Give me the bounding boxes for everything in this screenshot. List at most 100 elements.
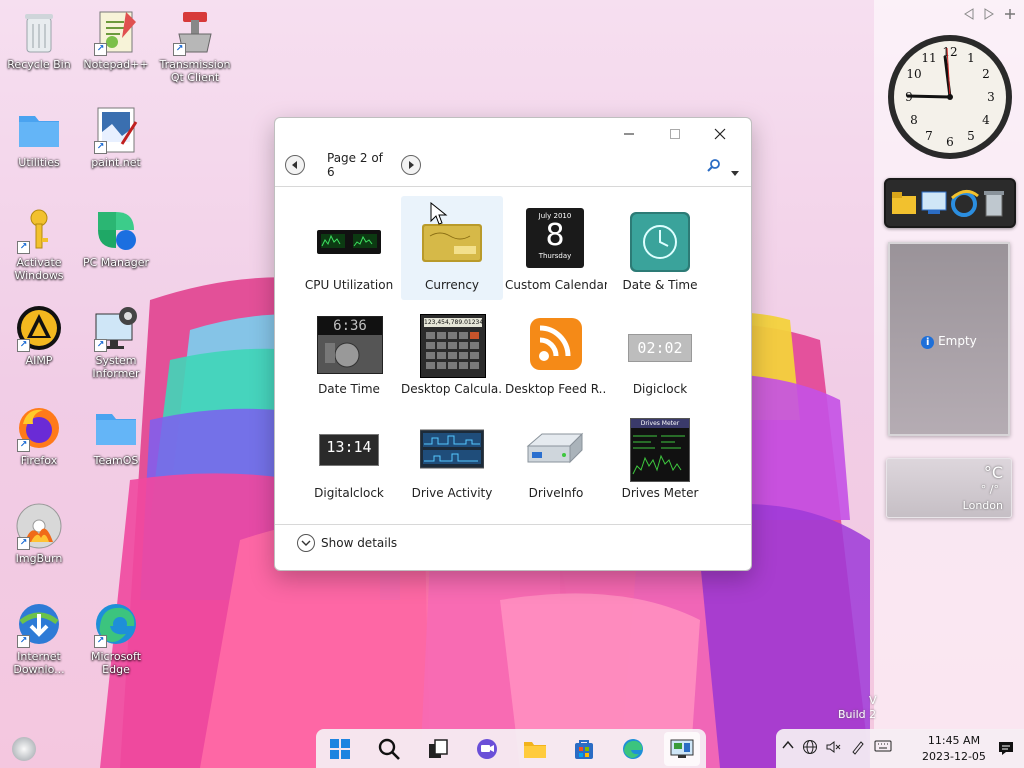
shortcut-arrow-icon: ↗ <box>17 635 30 648</box>
gadget-desktop-feed-reader[interactable]: Desktop Feed R... <box>505 300 607 404</box>
sidebar-next-button[interactable] <box>984 8 994 24</box>
next-page-button[interactable] <box>401 155 421 175</box>
touch-keyboard-button[interactable] <box>874 739 892 759</box>
desktop-icon-internet-download-manager[interactable]: ↗ Internet Downlo... <box>1 600 77 676</box>
desktop-icon-system-informer[interactable]: ↗ System Informer <box>78 304 154 380</box>
close-button[interactable] <box>700 122 740 148</box>
start-button[interactable] <box>322 732 358 766</box>
previous-page-button[interactable] <box>285 155 305 175</box>
gadget-cpu-utilization[interactable]: CPU Utilization <box>298 196 400 300</box>
sidebar-previous-button[interactable] <box>964 8 974 24</box>
desktop-icon-utilities[interactable]: Utilities <box>1 106 77 169</box>
gadget-date-time-2[interactable]: 6:36 Date Time <box>298 300 400 404</box>
show-details-toggle[interactable]: Show details <box>297 534 397 552</box>
gadget-label: Custom Calendar <box>505 278 607 292</box>
gadget-label: Drives Meter <box>621 486 699 500</box>
triangle-right-icon <box>984 8 994 20</box>
network-button[interactable] <box>802 739 818 759</box>
microsoft-store-button[interactable] <box>566 732 602 766</box>
gadget-currency[interactable]: Currency <box>401 196 503 300</box>
desktop-icon-firefox[interactable]: ↗ Firefox <box>1 404 77 467</box>
shortcut-arrow-icon: ↗ <box>94 635 107 648</box>
desktop-icon-label: paint.net <box>91 156 141 169</box>
pen-button[interactable] <box>850 739 866 759</box>
gadgets-button[interactable] <box>663 731 700 766</box>
gadget-drive-activity[interactable]: Drive Activity <box>401 404 503 508</box>
gadget-desktop-calculator[interactable]: 123,454,789.01234 Desktop Calcula... <box>401 300 503 404</box>
desktop-icon-microsoft-edge[interactable]: ↗ Microsoft Edge <box>78 600 154 676</box>
gadget-label: Currency <box>424 278 480 292</box>
recycle-bin-icon <box>15 8 63 56</box>
desktop-icon-transmission[interactable]: ↗ Transmission Qt Client <box>157 8 233 84</box>
search-dropdown-button[interactable] <box>731 162 739 181</box>
desktop-icon-label: Utilities <box>18 156 60 169</box>
weather-gadget[interactable]: °C ° /° London <box>886 458 1012 518</box>
search-icon <box>707 159 720 172</box>
shortcut-arrow-icon: ↗ <box>17 537 30 550</box>
volume-button[interactable] <box>826 739 842 759</box>
desktop-icon-imgburn[interactable]: ↗ ImgBurn <box>1 502 77 565</box>
file-explorer-button[interactable] <box>517 732 553 766</box>
add-gadget-button[interactable] <box>1004 8 1016 24</box>
desktop-icon-activate-windows[interactable]: ↗ Activate Windows <box>1 206 77 282</box>
edge-icon <box>622 738 643 759</box>
notification-center-button[interactable] <box>998 740 1014 760</box>
chevron-down-icon <box>731 171 739 176</box>
globe-icon <box>803 740 817 754</box>
task-view-button[interactable] <box>420 732 456 766</box>
search-button[interactable] <box>707 158 721 177</box>
desktop-icon-pc-manager[interactable]: PC Manager <box>78 206 154 269</box>
desktop-icon-label: Notepad++ <box>83 58 149 71</box>
digitalclock-icon: 13:14 <box>317 418 381 482</box>
pen-icon <box>852 741 864 755</box>
show-hidden-icons-button[interactable] <box>782 739 794 759</box>
search-button[interactable] <box>371 732 407 766</box>
empty-label: Empty <box>938 334 977 348</box>
minimize-button[interactable] <box>609 122 649 148</box>
desktop-icon-label: Internet Downlo... <box>13 650 65 676</box>
store-icon <box>575 739 594 759</box>
desktop-icon-recycle-bin[interactable]: Recycle Bin <box>1 8 77 71</box>
calendar-day: 8 <box>545 218 565 253</box>
shortcut-arrow-icon: ↗ <box>17 339 30 352</box>
edge-button[interactable] <box>615 732 651 766</box>
gadget-label: Drive Activity <box>411 486 493 500</box>
quick-launch-gadget <box>884 178 1016 228</box>
widgets-button[interactable] <box>12 737 36 761</box>
desktop-icon-paint-net[interactable]: ↗ paint.net <box>78 106 154 169</box>
system-informer-icon: ↗ <box>92 304 140 352</box>
key-icon: ↗ <box>15 206 63 254</box>
clock-button[interactable]: 11:45 AM 2023-12-05 <box>922 733 986 765</box>
gadget-digiclock[interactable]: 02:02 Digiclock <box>609 300 711 404</box>
watermark-build: Build 2 <box>838 708 877 721</box>
drives-meter-title: Drives Meter <box>631 419 689 428</box>
tray-icons <box>782 739 892 759</box>
edge-icon: ↗ <box>92 600 140 648</box>
gadget-driveinfo[interactable]: DriveInfo <box>505 404 607 508</box>
gadget-date-time[interactable]: Date & Time <box>609 196 711 300</box>
tray-time: 11:45 AM <box>927 734 981 747</box>
empty-slideshow-gadget[interactable]: i Empty <box>888 242 1010 436</box>
clock-tile-icon <box>628 210 692 274</box>
analog-clock-gadget[interactable]: 1212 345 678 91011 <box>887 34 1013 160</box>
desktop-icon-label: ImgBurn <box>15 552 63 565</box>
desktop-icon-notepad-plus-plus[interactable]: ↗ Notepad++ <box>78 8 154 71</box>
gadget-custom-calendar[interactable]: July 2010 8 Thursday Custom Calendar <box>505 196 607 300</box>
gadget-label: Date & Time <box>622 278 698 292</box>
gadget-drives-meter[interactable]: Drives Meter Drives Meter <box>609 404 711 508</box>
internet-download-manager-icon: ↗ <box>15 600 63 648</box>
desktop-icon-teamos[interactable]: TeamOS <box>78 404 154 467</box>
desktop-icon-label: Transmission Qt Client <box>159 58 231 84</box>
gadget-label: DriveInfo <box>528 486 584 500</box>
gadget-digitalclock[interactable]: 13:14 Digitalclock <box>298 404 400 508</box>
hard-drive-icon <box>524 418 588 482</box>
maximize-button[interactable] <box>655 122 695 148</box>
svg-text:10: 10 <box>906 67 921 81</box>
desktop-icon-aimp[interactable]: ↗ AIMP <box>1 304 77 367</box>
plus-icon <box>1005 9 1015 19</box>
weather-city: London <box>962 499 1003 512</box>
chat-button[interactable] <box>469 732 505 766</box>
triangle-left-icon <box>292 161 297 169</box>
rss-feed-icon <box>524 314 588 378</box>
desktop-icon-label: System Informer <box>92 354 140 380</box>
